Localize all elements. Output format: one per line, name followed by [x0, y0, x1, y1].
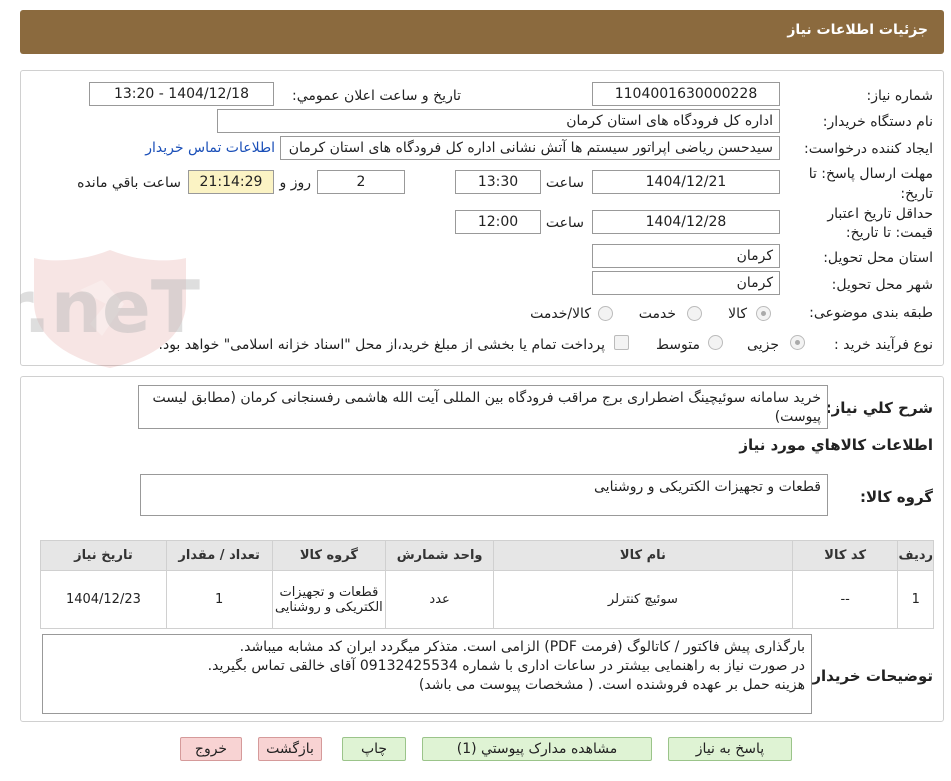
send-deadline-label-2: تاريخ: [900, 186, 933, 202]
print-button[interactable]: چاپ [342, 737, 406, 761]
category-goods-radio[interactable] [756, 306, 771, 321]
price-validity-label: حداقل تاريخ اعتبار [827, 206, 933, 222]
buyer-notes-textarea: بارگذاری پیش فاکتور / کاتالوگ (فرمت PDF)… [42, 634, 812, 714]
description-label: شرح کلي نياز: [825, 399, 933, 417]
days-label: روز و [279, 175, 312, 191]
col-qty: تعداد / مقدار [165, 540, 273, 571]
process-medium-radio[interactable] [708, 335, 723, 350]
goods-table: رديف کد کالا نام کالا واحد شمارش گروه کا… [40, 540, 934, 629]
reply-button[interactable]: پاسخ به نياز [668, 737, 792, 761]
page-header: جزئیات اطلاعات نیاز [20, 10, 944, 54]
process-medium-label: متوسط [656, 337, 700, 353]
remaining-days: 2 [317, 170, 405, 194]
col-date: تاريخ نياز [40, 540, 167, 571]
send-deadline-date: 1404/12/21 [592, 170, 780, 194]
cell-unit: عدد [385, 570, 494, 629]
treasury-payment-note: پرداخت تمام یا بخشی از مبلغ خرید،از محل … [158, 337, 605, 353]
province-label: استان محل تحويل: [823, 250, 933, 266]
buyer-notes-line-3: هزینه حمل بر عهده فروشنده است. ( مشخصات … [418, 677, 805, 693]
back-button[interactable]: بازگشت [258, 737, 322, 761]
process-label: نوع فرآیند خرید : [834, 337, 933, 353]
price-validity-date: 1404/12/28 [592, 210, 780, 234]
goods-group-label: گروه کالا: [860, 488, 933, 506]
treasury-payment-checkbox[interactable] [614, 335, 629, 350]
price-validity-label-2: قيمت: تا تاريخ: [845, 225, 933, 241]
remaining-time: 21:14:29 [188, 170, 274, 194]
category-service-label: خدمت [638, 306, 676, 322]
announce-field: 1404/12/18 - 13:20 [89, 82, 274, 106]
send-deadline-time: 13:30 [455, 170, 541, 194]
exit-button[interactable]: خروج [180, 737, 242, 761]
buyer-contact-link[interactable]: اطلاعات تماس خریدار [145, 140, 275, 156]
cell-row: 1 [897, 570, 934, 629]
requester-field: سیدحسن ریاضی اپراتور سیستم ها آتش نشانی … [280, 136, 780, 160]
goods-info-title: اطلاعات کالاهاي مورد نياز [739, 436, 933, 454]
category-goods-service-label: کالا/خدمت [530, 306, 591, 322]
buyer-notes-line-2: در صورت نیاز به راهنمایی بیشتر در ساعات … [207, 658, 805, 674]
buyer-org-label: نام دستگاه خريدار: [822, 114, 933, 130]
col-group: گروه کالا [271, 540, 387, 571]
attachments-button[interactable]: مشاهده مدارک پيوستي (1) [422, 737, 652, 761]
cell-name: سوئیچ کنترلر [492, 570, 793, 629]
send-deadline-label: مهلت ارسال پاسخ: تا [808, 166, 933, 182]
cell-code: -- [791, 570, 899, 629]
col-code: کد کالا [791, 540, 899, 571]
city-label: شهر محل تحويل: [831, 277, 933, 293]
buyer-org-field: اداره کل فرودگاه های استان کرمان [217, 109, 780, 133]
need-number-field: 1104001630000228 [592, 82, 780, 106]
process-minor-label: جزیی [747, 337, 779, 353]
description-textarea: خرید سامانه سوئیچینگ اضطراری برج مراقب ف… [138, 385, 828, 429]
remaining-label: ساعت باقي مانده [77, 175, 181, 191]
requester-label: ايجاد کننده درخواست: [804, 141, 933, 157]
process-minor-radio[interactable] [790, 335, 805, 350]
cell-qty: 1 [165, 570, 273, 629]
col-row: رديف [897, 540, 934, 571]
goods-group-field: قطعات و تجهیزات الکتریکی و روشنایی [140, 474, 828, 516]
cell-date: 1404/12/23 [40, 570, 167, 629]
col-unit: واحد شمارش [385, 540, 494, 571]
category-goods-label: کالا [728, 306, 747, 322]
category-service-radio[interactable] [687, 306, 702, 321]
send-deadline-time-label: ساعت [545, 175, 584, 191]
table-row: 1 -- سوئیچ کنترلر عدد قطعات و تجهیزات ال… [40, 570, 934, 629]
col-name: نام کالا [492, 540, 793, 571]
category-goods-service-radio[interactable] [598, 306, 613, 321]
province-field: کرمان [592, 244, 780, 268]
price-validity-time: 12:00 [455, 210, 541, 234]
buyer-notes-label: توضيحات خريدار: [806, 667, 933, 685]
category-label: طبقه بندی موضوعی: [809, 305, 933, 321]
announce-label: تاریخ و ساعت اعلان عمومي: [292, 88, 461, 104]
need-number-label: شماره نیاز: [866, 88, 934, 104]
cell-group: قطعات و تجهیزات الکتریکی و روشنایی [271, 570, 387, 629]
buyer-notes-line-1: بارگذاری پیش فاکتور / کاتالوگ (فرمت PDF)… [239, 639, 805, 655]
goods-table-header: رديف کد کالا نام کالا واحد شمارش گروه کا… [40, 540, 934, 571]
city-field: کرمان [592, 271, 780, 295]
page-title: جزئیات اطلاعات نیاز [787, 22, 928, 38]
price-validity-time-label: ساعت [545, 215, 584, 231]
